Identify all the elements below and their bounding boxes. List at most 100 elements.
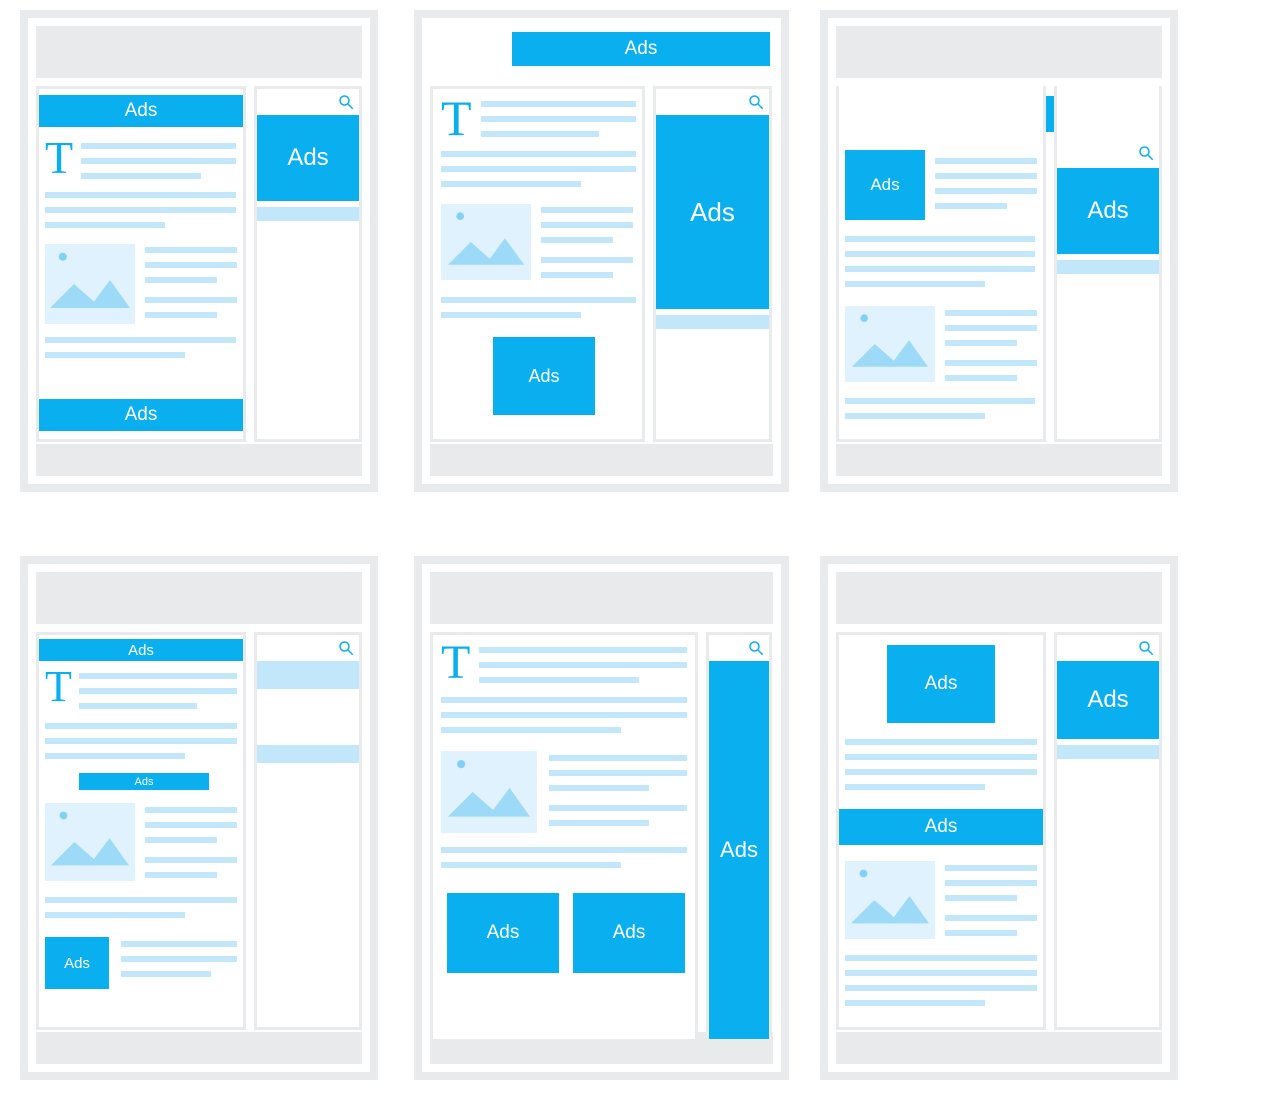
text-line [45, 222, 165, 228]
text-line [845, 985, 1037, 991]
mountain-icon [45, 244, 135, 324]
text-line [541, 272, 613, 278]
sidebar: Ads [706, 632, 772, 1042]
ad-bottom-banner: Ads [39, 399, 243, 431]
layout-panel-3: Ads Ads Ads [820, 10, 1178, 492]
text-line [845, 970, 1037, 976]
sidebar: Ads [1054, 86, 1162, 442]
text-line [845, 955, 1037, 961]
image-placeholder [441, 751, 537, 833]
sidebar: Ads [1054, 632, 1162, 1030]
ad-skyscraper: Ads [709, 661, 769, 1039]
text-line [479, 662, 687, 668]
text-line [441, 166, 636, 172]
image-placeholder [441, 204, 531, 280]
dropcap: T [441, 639, 470, 687]
text-line [845, 739, 1037, 745]
ad-square-left: Ads [845, 150, 925, 220]
text-line [79, 673, 237, 679]
footer-bar [36, 444, 362, 476]
header-bar [836, 26, 1162, 78]
text-line [145, 262, 237, 268]
text-line [549, 770, 687, 776]
text-line [441, 862, 621, 868]
text-line [45, 897, 237, 903]
text-line [479, 677, 639, 683]
ad-tall-sidebar: Ads [656, 115, 769, 309]
text-line [935, 173, 1037, 179]
ad-inline-mini: Ads [79, 773, 209, 790]
ad-tiny-square: Ads [45, 937, 109, 989]
text-line [845, 398, 1035, 404]
text-line [845, 413, 985, 419]
text-line [145, 872, 217, 878]
text-line [441, 312, 581, 318]
text-line [441, 297, 636, 303]
sidebar-block [257, 661, 359, 689]
search-icon [747, 93, 765, 111]
layout-panel-2: Ads T Ads Ads [414, 10, 789, 492]
text-line [121, 971, 211, 977]
text-line [945, 325, 1037, 331]
text-line [481, 116, 636, 122]
text-line [945, 310, 1037, 316]
dropcap: T [45, 135, 73, 181]
ad-slim-banner: Ads [39, 639, 243, 661]
header-bar [36, 26, 362, 78]
sidebar-block [1057, 745, 1159, 759]
sidebar [254, 632, 362, 1030]
image-placeholder [845, 861, 935, 939]
dropcap: T [45, 665, 72, 709]
text-line [935, 158, 1037, 164]
text-line [145, 857, 237, 863]
text-line [145, 247, 237, 253]
text-line [845, 281, 985, 287]
text-line [541, 207, 633, 213]
layout-panel-5: T Ads Ads Ads [414, 556, 789, 1080]
header-bar [430, 572, 773, 624]
text-line [945, 340, 1017, 346]
text-line [145, 822, 237, 828]
text-line [45, 352, 185, 358]
text-line [549, 820, 649, 826]
text-line [45, 337, 236, 343]
text-line [845, 784, 985, 790]
image-placeholder [845, 306, 935, 382]
text-line [549, 755, 687, 761]
mountain-icon [441, 204, 531, 280]
mountain-icon [441, 751, 537, 833]
dropcap: T [441, 93, 472, 143]
text-line [81, 173, 201, 179]
sidebar-block [257, 207, 359, 221]
text-line [845, 769, 1037, 775]
content-area: Ads [836, 86, 1046, 442]
text-line [549, 785, 649, 791]
ad-center-square: Ads [887, 645, 995, 723]
content-area: Ads T Ads [36, 86, 246, 442]
text-line [121, 941, 237, 947]
text-line [145, 312, 217, 318]
text-line [845, 1000, 985, 1006]
text-line [81, 158, 236, 164]
sidebar-block [656, 315, 769, 329]
text-line [945, 880, 1037, 886]
text-line [145, 837, 217, 843]
text-line [441, 712, 687, 718]
text-line [541, 237, 613, 243]
ad-mid-banner: Ads [839, 809, 1043, 845]
text-line [945, 375, 1017, 381]
text-line [845, 266, 1035, 272]
content-area: T Ads [430, 86, 645, 442]
ad-hero-banner: Ads [512, 32, 770, 66]
text-line [145, 297, 237, 303]
text-line [441, 181, 581, 187]
image-placeholder [45, 244, 135, 324]
search-icon [1137, 639, 1155, 657]
sidebar-block [257, 745, 359, 763]
text-line [481, 101, 636, 107]
text-line [45, 738, 237, 744]
header-bar [836, 572, 1162, 624]
footer-bar [836, 1032, 1162, 1064]
search-icon [1137, 144, 1155, 162]
layout-panel-1: Ads T Ads Ads [20, 10, 378, 492]
